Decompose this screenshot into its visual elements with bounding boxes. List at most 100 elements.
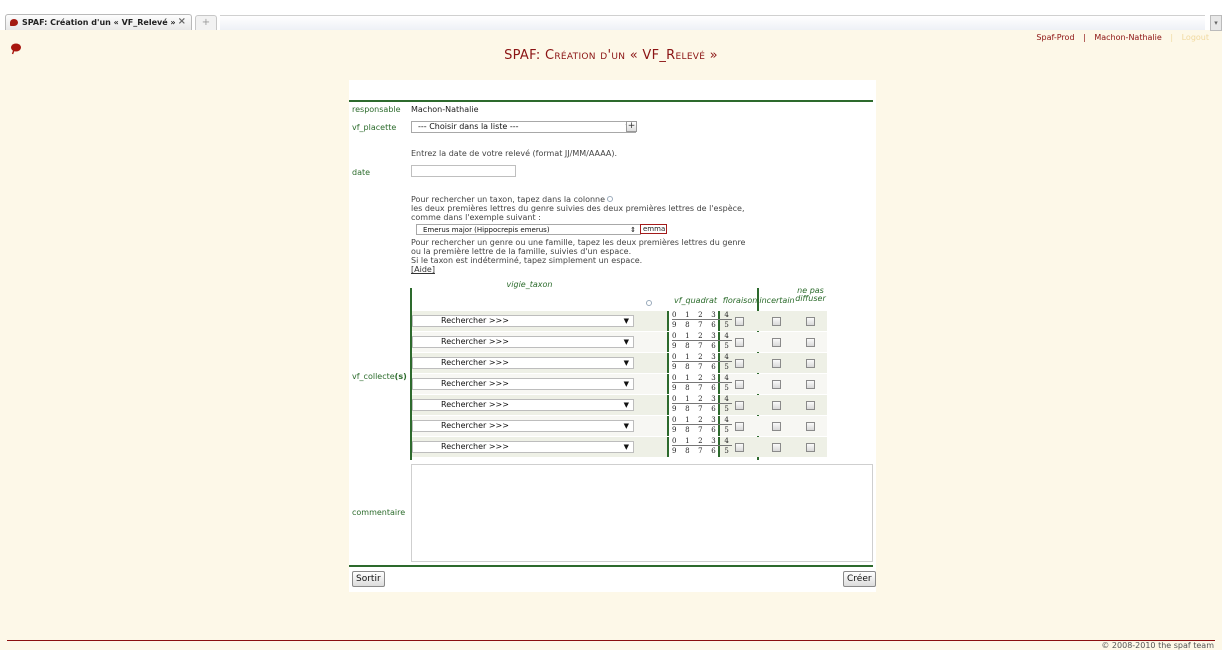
collecte-label-text: vf_collecte: [352, 372, 395, 381]
incertain-checkbox[interactable]: [772, 338, 781, 347]
chevron-down-icon: ▼: [623, 359, 629, 367]
taxon-select-value: Rechercher >>>: [441, 379, 509, 388]
chevron-down-icon: ▼: [623, 401, 629, 409]
ne-pas-diffuser-checkbox[interactable]: [806, 359, 815, 368]
exit-button[interactable]: Sortir: [352, 571, 385, 587]
date-input[interactable]: [411, 165, 516, 177]
incertain-checkbox[interactable]: [772, 422, 781, 431]
incertain-checkbox[interactable]: [772, 359, 781, 368]
new-tab-button[interactable]: +: [195, 15, 217, 30]
ne-pas-diffuser-checkbox[interactable]: [806, 317, 815, 326]
quadrat-bottom-digits[interactable]: 9 8 7 6 5: [672, 447, 732, 456]
taxon-select[interactable]: Rechercher >>> ▼: [412, 315, 634, 327]
floraison-checkbox[interactable]: [735, 422, 744, 431]
date-hint: Entrez la date de votre relevé (format J…: [411, 149, 618, 158]
chevron-down-icon: ▼: [623, 422, 629, 430]
column-header-taxon: vigie_taxon: [506, 280, 553, 289]
taxon-search-icon[interactable]: [646, 300, 652, 306]
column-header-ne-pas-diffuser: ne pas diffuser: [794, 287, 827, 303]
taxon-select[interactable]: Rechercher >>> ▼: [412, 378, 634, 390]
placette-select[interactable]: --- Choisir dans la liste --- ▼: [411, 121, 636, 133]
copyright: © 2008-2010 the spaf team: [1101, 641, 1214, 650]
form-panel: responsable Machon-Nathalie vf_placette …: [349, 80, 876, 592]
incertain-checkbox[interactable]: [772, 317, 781, 326]
tab-list-arrow-icon[interactable]: ▾: [1210, 15, 1222, 31]
example-select-value: Emerus major (Hippocrepis emerus): [423, 226, 550, 234]
quadrat-top-digits[interactable]: 0 1 2 3 4: [672, 332, 732, 341]
quadrat-bottom-digits[interactable]: 9 8 7 6 5: [672, 426, 732, 435]
quadrat-top-digits[interactable]: 0 1 2 3 4: [672, 311, 732, 320]
quadrat-top-digits[interactable]: 0 1 2 3 4: [672, 395, 732, 404]
floraison-checkbox[interactable]: [735, 338, 744, 347]
link-separator: |: [1170, 33, 1174, 42]
placette-label: vf_placette: [352, 123, 397, 132]
ne-pas-diffuser-checkbox[interactable]: [806, 422, 815, 431]
taxon-select[interactable]: Rechercher >>> ▼: [412, 336, 634, 348]
link-logout[interactable]: Logout: [1182, 33, 1209, 42]
browser-tab[interactable]: SPAF: Création d'un « VF_Relevé » ×: [5, 14, 192, 30]
floraison-checkbox[interactable]: [735, 380, 744, 389]
floraison-checkbox[interactable]: [735, 317, 744, 326]
aide-link[interactable]: [Aide]: [411, 265, 435, 274]
floraison-checkbox[interactable]: [735, 401, 744, 410]
tab-close-icon[interactable]: ×: [178, 16, 186, 27]
responsable-label: responsable: [352, 105, 401, 114]
link-user[interactable]: Machon-Nathalie: [1094, 33, 1162, 42]
add-placette-button[interactable]: +: [626, 121, 637, 132]
incertain-checkbox[interactable]: [772, 443, 781, 452]
quadrat-bottom-digits[interactable]: 9 8 7 6 5: [672, 363, 732, 372]
spaf-favicon-icon: [10, 19, 18, 26]
quadrat-bottom-digits[interactable]: 9 8 7 6 5: [672, 384, 732, 393]
quadrat-top-digits[interactable]: 0 1 2 3 4: [672, 437, 732, 446]
comment-textarea[interactable]: [411, 464, 873, 562]
taxon-select[interactable]: Rechercher >>> ▼: [412, 420, 634, 432]
taxon-select-value: Rechercher >>>: [441, 358, 509, 367]
chevron-down-icon: ▼: [623, 338, 629, 346]
placette-select-value: --- Choisir dans la liste ---: [418, 122, 519, 131]
quadrat-selector[interactable]: 0 1 2 3 49 8 7 6 5: [667, 353, 732, 373]
quadrat-bottom-digits[interactable]: 9 8 7 6 5: [672, 321, 732, 330]
help-line-5: ou la première lettre de la famille, sui…: [411, 247, 632, 256]
quadrat-top-digits[interactable]: 0 1 2 3 4: [672, 416, 732, 425]
chevron-down-icon: ▼: [623, 317, 629, 325]
incertain-checkbox[interactable]: [772, 380, 781, 389]
quadrat-bottom-digits[interactable]: 9 8 7 6 5: [672, 342, 732, 351]
help-line-3: comme dans l'exemple suivant :: [411, 213, 541, 222]
footer-divider: [7, 640, 1215, 641]
example-taxon-select: Emerus major (Hippocrepis emerus) ⇕: [416, 224, 641, 235]
quadrat-selector[interactable]: 0 1 2 3 49 8 7 6 5: [667, 437, 732, 457]
quadrat-top-digits[interactable]: 0 1 2 3 4: [672, 374, 732, 383]
genus-help: Pour rechercher un genre ou une famille,…: [411, 238, 745, 274]
example-search-input: emma: [640, 224, 667, 234]
taxon-select[interactable]: Rechercher >>> ▼: [412, 357, 634, 369]
comment-label: commentaire: [352, 508, 406, 517]
floraison-checkbox[interactable]: [735, 359, 744, 368]
taxon-select-value: Rechercher >>>: [441, 421, 509, 430]
ne-pas-diffuser-checkbox[interactable]: [806, 380, 815, 389]
taxon-select[interactable]: Rechercher >>> ▼: [412, 441, 634, 453]
quadrat-selector[interactable]: 0 1 2 3 49 8 7 6 5: [667, 332, 732, 352]
ne-pas-diffuser-checkbox[interactable]: [806, 338, 815, 347]
floraison-checkbox[interactable]: [735, 443, 744, 452]
taxon-select-value: Rechercher >>>: [441, 442, 509, 451]
browser-tab-bar: SPAF: Création d'un « VF_Relevé » × + ▾: [0, 0, 1222, 31]
quadrat-selector[interactable]: 0 1 2 3 49 8 7 6 5: [667, 416, 732, 436]
quadrat-selector[interactable]: 0 1 2 3 49 8 7 6 5: [667, 374, 732, 394]
create-button[interactable]: Créer: [843, 571, 876, 587]
column-header-incertain: incertain: [759, 296, 795, 305]
quadrat-selector[interactable]: 0 1 2 3 49 8 7 6 5: [667, 311, 732, 331]
select-spinner-icon: ⇕: [630, 226, 636, 234]
quadrat-selector[interactable]: 0 1 2 3 49 8 7 6 5: [667, 395, 732, 415]
taxon-select[interactable]: Rechercher >>> ▼: [412, 399, 634, 411]
ne-pas-diffuser-checkbox[interactable]: [806, 443, 815, 452]
date-label: date: [352, 168, 371, 177]
search-icon: [607, 196, 614, 202]
collecte-label-suffix: (s): [394, 372, 407, 381]
quadrat-top-digits[interactable]: 0 1 2 3 4: [672, 353, 732, 362]
link-spaf-prod[interactable]: Spaf-Prod: [1036, 33, 1074, 42]
column-header-quadrat: vf_quadrat: [673, 296, 717, 305]
ne-pas-diffuser-checkbox[interactable]: [806, 401, 815, 410]
diffuser-label: diffuser: [795, 294, 826, 303]
quadrat-bottom-digits[interactable]: 9 8 7 6 5: [672, 405, 732, 414]
incertain-checkbox[interactable]: [772, 401, 781, 410]
